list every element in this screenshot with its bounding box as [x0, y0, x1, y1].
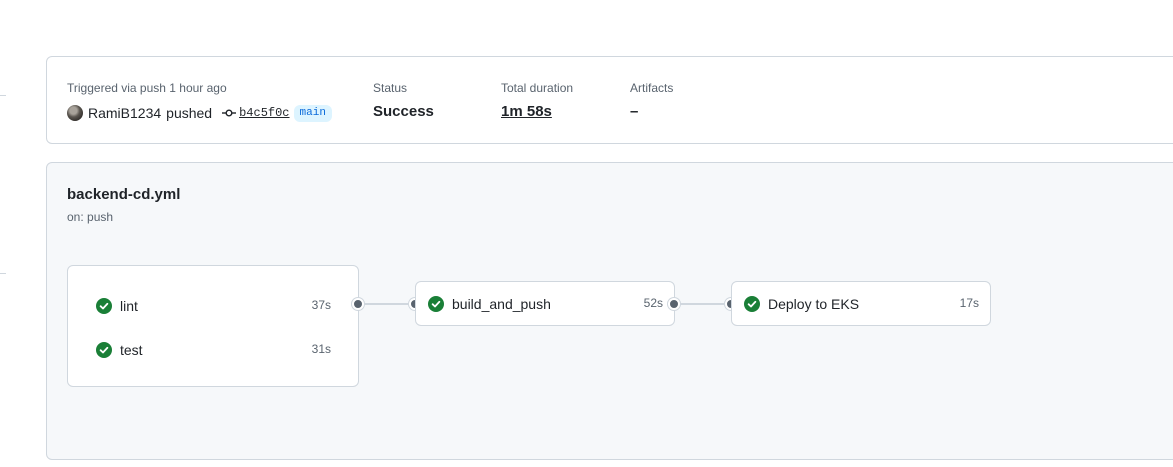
avatar[interactable]	[67, 105, 83, 121]
job-build-and-push[interactable]: build_and_push	[428, 294, 551, 314]
status-value: Success	[373, 103, 434, 120]
job-deploy-to-eks[interactable]: Deploy to EKS	[744, 294, 859, 314]
job-connector	[675, 303, 732, 305]
duration-label: Total duration	[501, 81, 574, 95]
check-circle-fill-icon	[428, 296, 444, 312]
workflow-trigger: on: push	[67, 210, 114, 224]
job-group-build: build_and_push 52s	[415, 281, 675, 326]
job-lint[interactable]: lint	[96, 296, 138, 316]
job-duration: 37s	[311, 298, 331, 312]
actor-row: RamiB1234 pushed b4c5f0c main	[67, 104, 332, 122]
job-name: Deploy to EKS	[768, 296, 860, 312]
job-duration: 52s	[643, 296, 663, 310]
job-duration: 17s	[959, 296, 979, 310]
check-circle-fill-icon	[96, 298, 112, 314]
check-circle-fill-icon	[96, 342, 112, 358]
job-test[interactable]: test	[96, 340, 143, 360]
check-circle-fill-icon	[744, 296, 760, 312]
job-name: lint	[120, 298, 138, 314]
trigger-text: Triggered via push 1 hour ago	[67, 81, 227, 95]
job-connector	[359, 303, 416, 305]
connector-dot	[668, 298, 680, 310]
job-group-deploy: Deploy to EKS 17s	[731, 281, 991, 326]
job-name: build_and_push	[452, 296, 551, 312]
connector-dot	[352, 298, 364, 310]
action-text: pushed	[166, 105, 213, 121]
total-duration-link[interactable]: 1m 58s	[501, 103, 552, 120]
run-summary-card: Triggered via push 1 hour ago RamiB1234 …	[46, 56, 1173, 144]
sidebar-divider	[0, 95, 6, 96]
workflow-file-name: backend-cd.yml	[67, 186, 181, 203]
commit-sha-link[interactable]: b4c5f0c	[239, 106, 289, 120]
sidebar-divider	[0, 273, 6, 274]
workflow-graph-card: backend-cd.yml on: push lint 37s test 31…	[46, 162, 1173, 460]
branch-badge[interactable]: main	[293, 104, 332, 122]
job-group-lint-test: lint 37s test 31s	[67, 265, 359, 387]
status-label: Status	[373, 81, 408, 95]
git-commit-icon	[222, 108, 237, 118]
artifacts-value: –	[630, 103, 639, 120]
artifacts-label: Artifacts	[630, 81, 674, 95]
job-duration: 31s	[311, 342, 331, 356]
job-name: test	[120, 342, 143, 358]
actor-name[interactable]: RamiB1234	[88, 105, 161, 121]
